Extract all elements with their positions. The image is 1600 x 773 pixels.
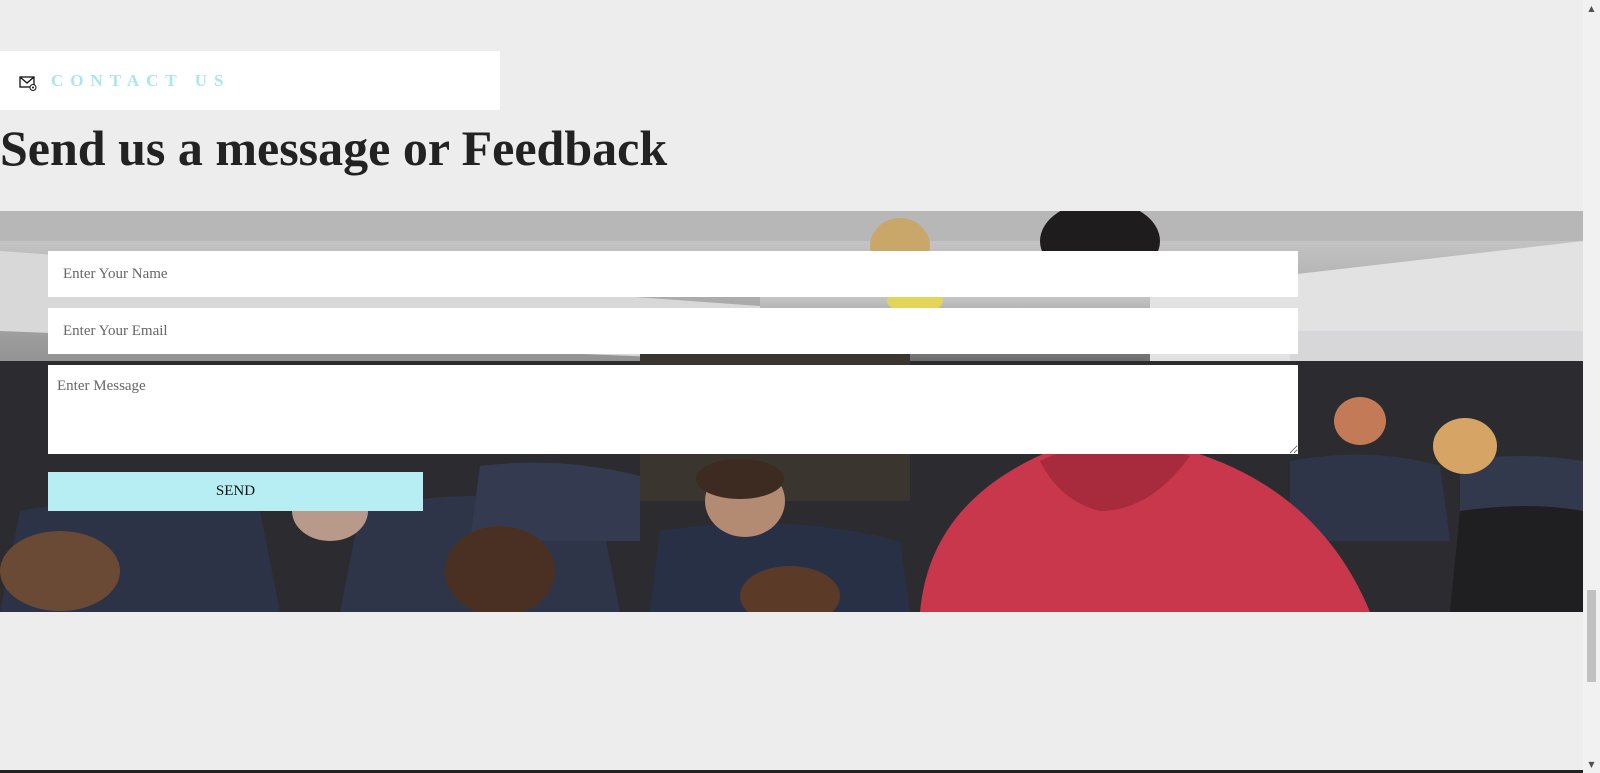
scroll-up-arrow-icon[interactable]: ▲ xyxy=(1583,0,1600,17)
name-input[interactable] xyxy=(48,251,1298,297)
email-input[interactable] xyxy=(48,308,1298,354)
page: CONTACT US Send us a message or Feedback xyxy=(0,0,1600,773)
scroll-down-arrow-icon[interactable]: ▼ xyxy=(1583,756,1600,773)
page-title: Send us a message or Feedback xyxy=(0,120,668,176)
envelope-icon xyxy=(19,74,37,92)
contact-us-label: CONTACT US xyxy=(51,70,231,90)
message-textarea[interactable] xyxy=(48,365,1298,454)
contact-us-tab: CONTACT US xyxy=(0,51,500,110)
feedback-form: SEND xyxy=(48,251,1298,511)
send-button[interactable]: SEND xyxy=(48,472,423,511)
scrollbar-thumb[interactable] xyxy=(1587,590,1596,682)
vertical-scrollbar[interactable]: ▲ ▼ xyxy=(1583,0,1600,773)
